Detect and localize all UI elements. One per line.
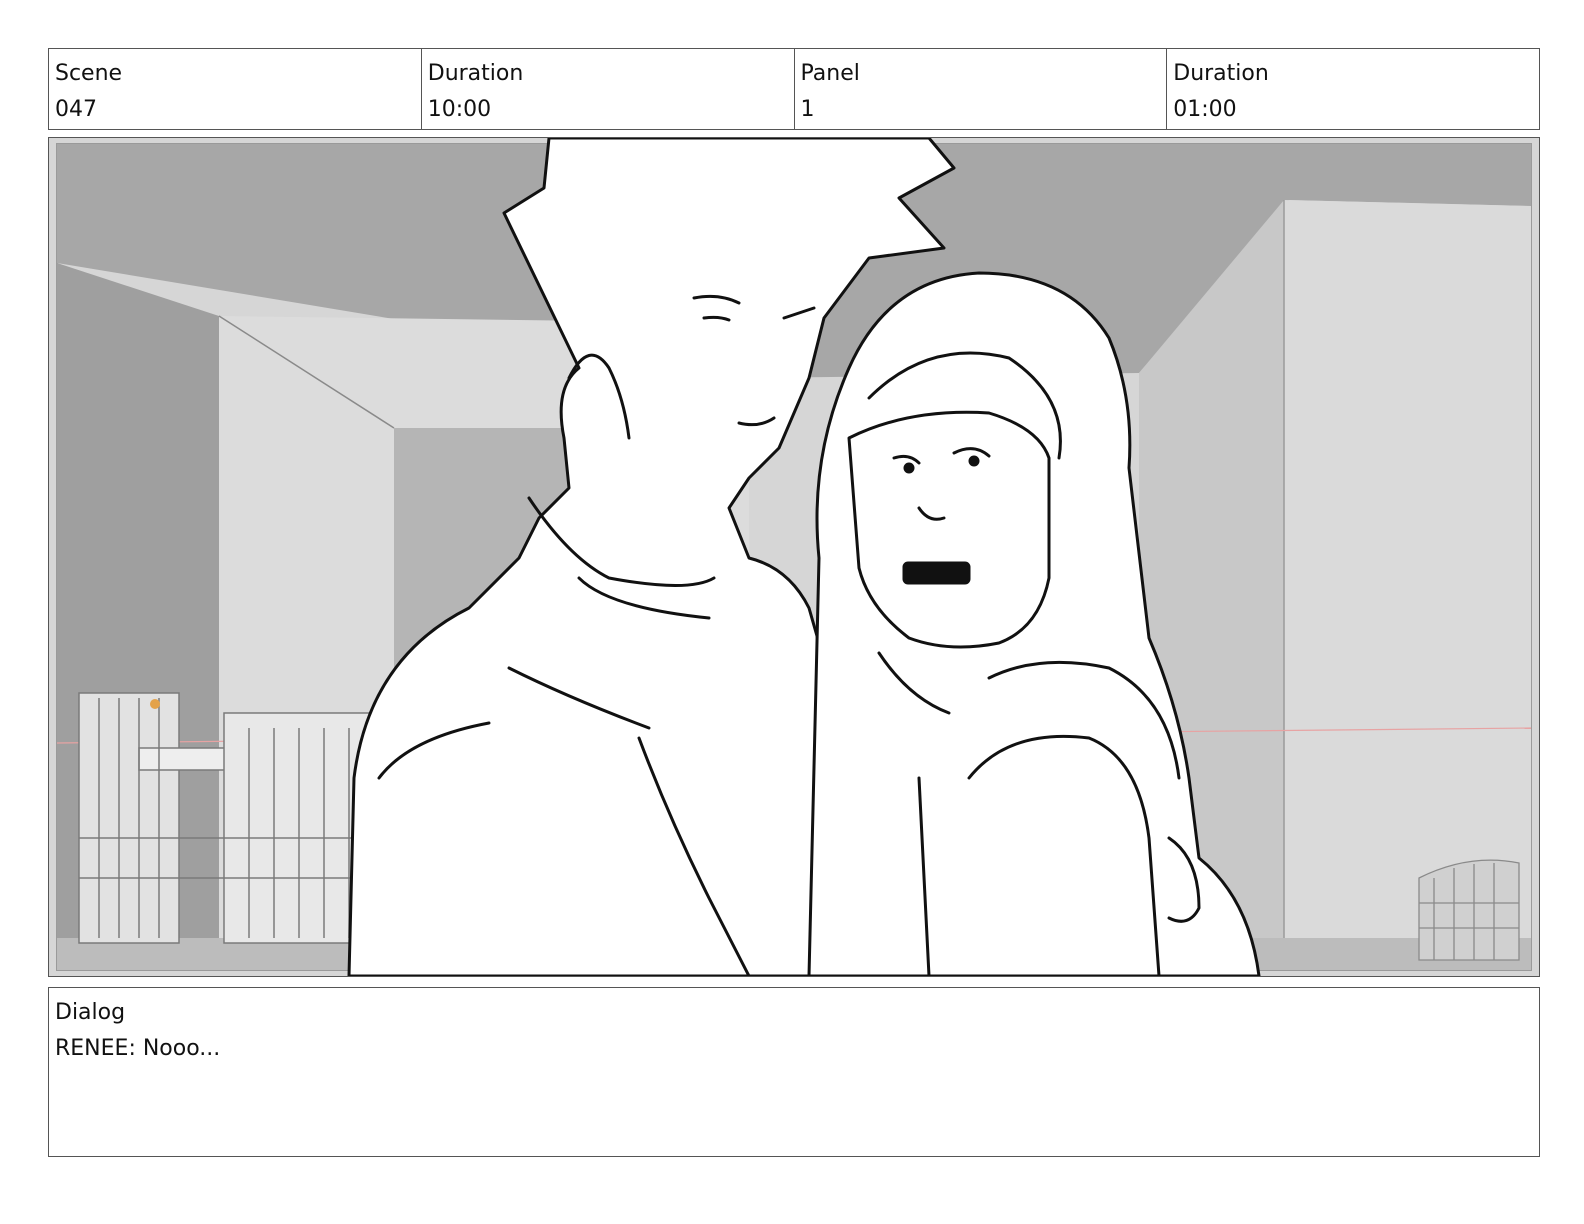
panel-duration-label: Duration	[1173, 61, 1269, 86]
dialog-text: RENEE: Nooo...	[55, 1036, 221, 1061]
panel-duration-cell: Duration 01:00	[1167, 49, 1539, 129]
right-wall	[1284, 200, 1531, 958]
panel-cell: Panel 1	[795, 49, 1168, 129]
scene-value: 047	[55, 97, 97, 122]
scene-cell: Scene 047	[49, 49, 422, 129]
dialog-label: Dialog	[55, 1000, 126, 1025]
scene-duration-label: Duration	[427, 61, 524, 86]
scene-duration-value: 10:00	[427, 97, 492, 122]
panel-duration-value: 01:00	[1173, 97, 1237, 122]
scene-duration-cell: Duration 10:00	[422, 49, 795, 129]
storyboard-panel	[48, 137, 1540, 977]
scene-label: Scene	[55, 61, 123, 86]
dialog-box: Dialog RENEE: Nooo...	[48, 987, 1540, 1157]
sofa	[1418, 859, 1520, 961]
dining-set	[78, 692, 390, 944]
lamp-light	[150, 699, 160, 709]
panel-sketch	[49, 138, 1539, 976]
panel-value: 1	[800, 97, 815, 122]
panel-label: Panel	[800, 61, 860, 86]
storyboard-header: Scene 047 Duration 10:00 Panel 1 Duratio…	[48, 48, 1540, 130]
